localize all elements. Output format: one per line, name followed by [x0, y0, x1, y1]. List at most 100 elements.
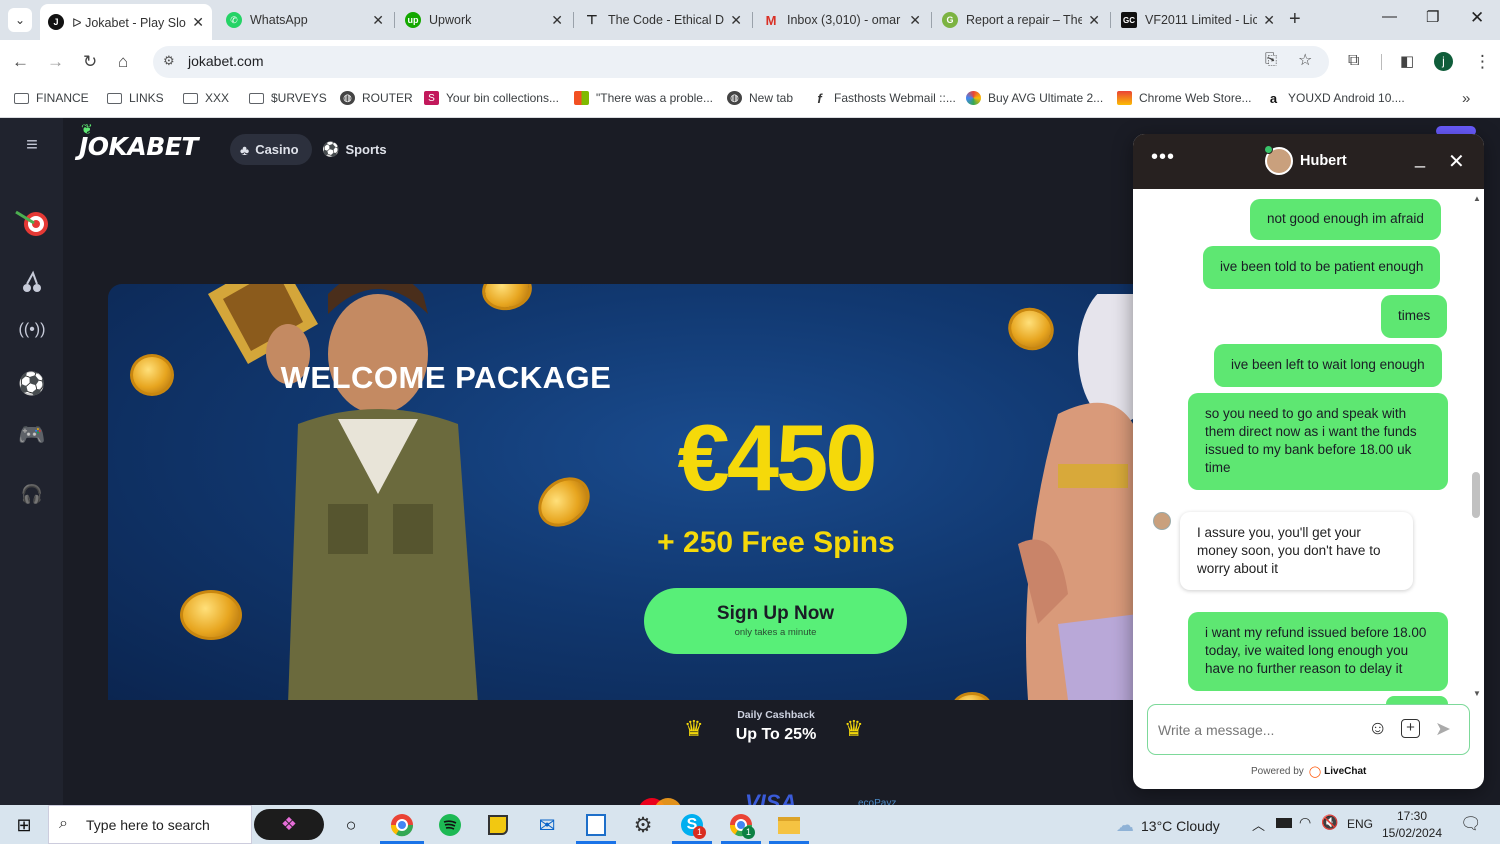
settings-gear-icon[interactable]: ⚙	[629, 811, 657, 839]
close-window-icon[interactable]: ✕	[1470, 8, 1484, 28]
close-tab-icon[interactable]: ✕	[1263, 12, 1275, 29]
address-bar[interactable]: ⚙ jokabet.com ⎘ ☆	[153, 46, 1329, 78]
folder-icon	[249, 92, 264, 104]
chat-scrollbar[interactable]: ▲ ▼	[1470, 194, 1482, 699]
tab-report-repair[interactable]: G Report a repair – The ✕	[934, 6, 1108, 34]
bookmark-chrome-web-store[interactable]: Chrome Web Store...	[1117, 91, 1252, 105]
scrollbar-thumb[interactable]	[1472, 472, 1480, 518]
tab-whatsapp[interactable]: ✆ WhatsApp ✕	[218, 6, 392, 34]
skype-icon[interactable]: S 1	[678, 811, 706, 839]
clock[interactable]: 17:30 15/02/2024	[1381, 808, 1443, 842]
site-info-icon[interactable]: ⚙	[163, 53, 175, 69]
windows-start-icon[interactable]: ⊞	[10, 811, 38, 839]
tab-vf2011[interactable]: GC VF2011 Limited - Lic ✕	[1113, 6, 1283, 34]
chat-message-input[interactable]: Write a message... ☺ + ➤	[1147, 704, 1470, 755]
close-tab-icon[interactable]: ✕	[730, 12, 742, 29]
casino-cherries-icon[interactable]	[18, 270, 46, 298]
close-tab-icon[interactable]: ✕	[372, 12, 384, 29]
tab-search-button[interactable]: ⌄	[8, 8, 32, 32]
nav-sports-button[interactable]: ⚽ Sports	[313, 134, 395, 165]
menu-hamburger-icon[interactable]: ≡	[18, 134, 46, 162]
tab-jokabet[interactable]: J ᐅ Jokabet - Play Slot ✕	[40, 4, 212, 40]
battery-icon[interactable]	[1276, 818, 1292, 828]
bookmark-star-icon[interactable]: ☆	[1298, 50, 1312, 70]
bookmark-there-was-a-problem[interactable]: "There was a proble...	[574, 91, 713, 105]
taskbar-search-box[interactable]: ⌕ Type here to search	[48, 805, 252, 844]
attach-plus-icon[interactable]: +	[1401, 719, 1420, 738]
tab-upwork[interactable]: up Upwork ✕	[397, 6, 571, 34]
emoji-icon[interactable]: ☺	[1368, 718, 1387, 740]
install-app-icon[interactable]: ⎘	[1265, 51, 1277, 68]
windows-taskbar: ⊞ ⌕ Type here to search ❖ ○ ✉ ⚙ S 1 1 ☁ …	[0, 805, 1500, 844]
spotify-icon[interactable]	[436, 811, 464, 839]
mail-icon[interactable]: ✉	[533, 811, 561, 839]
new-tab-button[interactable]: +	[1289, 8, 1301, 31]
weather-widget[interactable]: ☁ 13°C Cloudy	[1116, 815, 1220, 836]
sign-up-now-button[interactable]: Sign Up Now only takes a minute	[644, 588, 907, 654]
powered-by-livechat[interactable]: Powered by ◯ LiveChat	[1251, 765, 1366, 778]
coin-image	[180, 590, 242, 640]
support-headset-icon[interactable]: 🎧	[18, 484, 46, 512]
file-explorer-icon[interactable]	[775, 811, 803, 839]
visa-logo: VISA	[745, 790, 797, 805]
close-tab-icon[interactable]: ✕	[192, 14, 204, 31]
gamepad-icon[interactable]: 🎮	[18, 422, 46, 450]
daily-cashback-banner[interactable]: ♛ Daily Cashback Up To 25% ♛	[684, 706, 868, 750]
wifi-icon[interactable]: ◠	[1299, 814, 1311, 831]
bookmark-xxx[interactable]: XXX	[183, 91, 229, 105]
upwork-icon: up	[405, 12, 421, 28]
extensions-icon[interactable]: ⧉	[1348, 52, 1359, 70]
home-icon[interactable]: ⌂	[118, 52, 128, 72]
welcome-banner[interactable]: WELCOME PACKAGE €450 + 250 Free Spins Si…	[108, 284, 1138, 700]
tab-gmail[interactable]: M Inbox (3,010) - omar ✕	[755, 6, 929, 34]
back-icon[interactable]: ←	[12, 52, 29, 72]
user-message: so you need to go and speak with them di…	[1188, 393, 1448, 490]
browser-toolbar: ← → ↻ ⌂ ⚙ jokabet.com ⎘ ☆ ⧉ ◧ j ⋮	[0, 40, 1500, 84]
bookmark-fasthosts[interactable]: f Fasthosts Webmail ::...	[812, 91, 956, 106]
sports-ball-icon[interactable]: ⚽	[18, 371, 46, 399]
close-tab-icon[interactable]: ✕	[551, 12, 563, 29]
close-tab-icon[interactable]: ✕	[1088, 12, 1100, 29]
close-tab-icon[interactable]: ✕	[909, 12, 921, 29]
site-sidebar: ≡ ((•)) ⚽ 🎮 🎧	[0, 118, 63, 805]
dart-target-icon[interactable]	[14, 204, 50, 240]
nav-casino-button[interactable]: ♣ Casino	[230, 134, 312, 165]
live-broadcast-icon[interactable]: ((•))	[18, 321, 46, 349]
task-view-icon[interactable]: ○	[337, 811, 365, 839]
notification-badge: 1	[742, 826, 755, 839]
minimize-chat-icon[interactable]: _	[1415, 148, 1425, 169]
chat-options-icon[interactable]: •••	[1151, 146, 1175, 169]
side-panel-icon[interactable]: ◧	[1400, 52, 1414, 70]
volume-muted-icon[interactable]: 🔇	[1321, 814, 1338, 831]
show-hidden-icons[interactable]: ︿	[1252, 815, 1265, 834]
chrome-menu-icon[interactable]: ⋮	[1474, 52, 1491, 72]
bookmark-router[interactable]: ◍ ROUTER	[340, 91, 413, 105]
notepad-icon[interactable]	[582, 811, 610, 839]
jokabet-logo[interactable]: JOKABET ❦	[79, 122, 198, 161]
tab-the-code[interactable]: ⊤ The Code - Ethical D ✕	[576, 6, 750, 34]
agent-name: Hubert	[1300, 153, 1347, 169]
bookmark-new-tab[interactable]: ◍ New tab	[727, 91, 793, 105]
reload-icon[interactable]: ↻	[83, 52, 97, 72]
more-bookmarks-icon[interactable]: »	[1462, 90, 1470, 107]
notifications-icon[interactable]: 🗨	[1460, 814, 1482, 834]
bookmark-avg[interactable]: Buy AVG Ultimate 2...	[966, 91, 1103, 105]
profile-avatar[interactable]: j	[1434, 52, 1453, 71]
bookmark-bin-collections[interactable]: S Your bin collections...	[424, 91, 559, 105]
forward-icon[interactable]: →	[47, 52, 64, 72]
bookmark-links[interactable]: LINKS	[107, 91, 164, 105]
chrome-profile-taskbar-icon[interactable]: 1	[727, 811, 755, 839]
cherries-icon: ♣	[240, 141, 250, 158]
send-icon[interactable]: ➤	[1435, 718, 1451, 741]
copilot-icon[interactable]: ❖	[254, 809, 324, 840]
chrome-taskbar-icon[interactable]	[388, 811, 416, 839]
language-indicator[interactable]: ENG	[1347, 817, 1373, 831]
amazon-icon: a	[1269, 90, 1278, 106]
sticky-notes-icon[interactable]	[484, 811, 512, 839]
close-chat-icon[interactable]: ✕	[1448, 149, 1465, 174]
bookmark-finance[interactable]: FINANCE	[14, 91, 89, 105]
bookmark-surveys[interactable]: $URVEYS	[249, 91, 327, 105]
bookmark-youxd[interactable]: a YOUXD Android 10....	[1266, 90, 1405, 106]
restore-window-icon[interactable]: ❐	[1426, 8, 1439, 26]
minimize-window-icon[interactable]: —	[1382, 8, 1397, 25]
